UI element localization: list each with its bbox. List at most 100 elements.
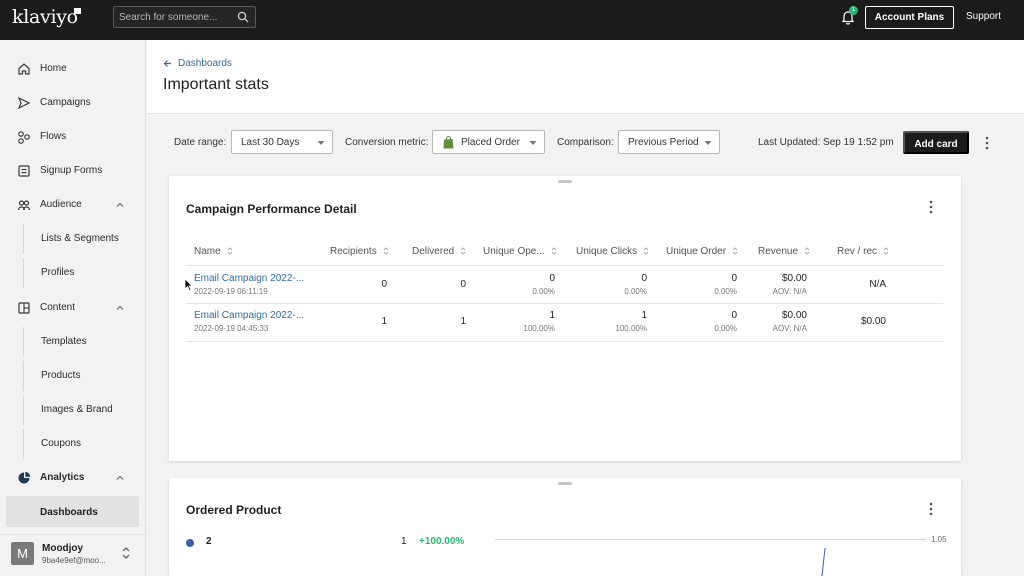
delivered-value: 0 [460, 279, 466, 290]
card-title: Ordered Product [186, 503, 282, 517]
campaign-date: 2022-09-19 04:45:33 [194, 324, 269, 333]
page-title: Important stats [163, 76, 269, 93]
orders-value: 0 [731, 273, 737, 284]
aov-value: AOV: N/A [772, 287, 807, 296]
column-label: Unique Clicks [576, 246, 638, 257]
chevron-up-down-icon[interactable] [121, 545, 131, 561]
rev-per-rec-value: N/A [869, 279, 886, 290]
comparison-select[interactable]: Previous Period [618, 130, 720, 154]
campaign-link[interactable]: Email Campaign 2022-... [194, 273, 304, 284]
sidebar-item-profiles[interactable]: Profiles [23, 258, 146, 288]
sidebar-item-label: Profiles [41, 267, 75, 278]
chevron-up-icon[interactable] [115, 200, 125, 210]
sidebar-item-products[interactable]: Products [23, 361, 146, 391]
column-header-name[interactable]: Name [194, 246, 233, 257]
more-options-icon[interactable] [929, 200, 933, 214]
sidebar-item-label: Audience [40, 199, 82, 210]
support-link[interactable]: Support [966, 11, 1001, 22]
search-input[interactable] [119, 10, 237, 25]
column-header-delivered[interactable]: Delivered [412, 246, 466, 257]
sidebar-item-coupons[interactable]: Coupons [23, 429, 146, 459]
row-divider [186, 303, 943, 304]
search-box[interactable] [113, 6, 256, 28]
sidebar-item-audience[interactable]: Audience [0, 190, 146, 220]
ordered-product-card: Ordered Product 2 1 +100.00% 1.05 [169, 478, 961, 576]
column-header-unique-opens[interactable]: Unique Ope... [483, 246, 557, 257]
sidebar-item-label: Analytics [40, 472, 85, 483]
sidebar-item-label: Templates [41, 336, 87, 347]
account-plans-button[interactable]: Account Plans [865, 6, 954, 29]
rev-per-rec-value: $0.00 [860, 316, 886, 327]
conversion-metric-select[interactable]: Placed Order [432, 130, 545, 154]
breadcrumb-dashboards[interactable]: Dashboards [178, 58, 232, 69]
comparison-value: Previous Period [628, 137, 699, 148]
top-bar: klaviyo 1 Account Plans Support [0, 0, 1024, 40]
search-icon[interactable] [237, 11, 249, 23]
mouse-cursor-icon [184, 278, 193, 291]
campaign-link[interactable]: Email Campaign 2022-... [194, 310, 304, 321]
klaviyo-logo[interactable]: klaviyo [12, 6, 78, 28]
sidebar-item-label: Dashboards [40, 507, 98, 518]
sidebar-item-templates[interactable]: Templates [23, 327, 146, 357]
column-header-rev-per-rec[interactable]: Rev / rec [837, 246, 889, 257]
sort-icon [460, 247, 466, 256]
sort-icon [383, 247, 389, 256]
audience-icon [17, 200, 31, 211]
page-header: Dashboards Important stats [147, 40, 1024, 114]
opens-value: 0 [549, 273, 555, 284]
clicks-percent: 0.00% [624, 287, 647, 296]
revenue-value: $0.00 [781, 273, 807, 284]
sidebar-item-images-brand[interactable]: Images & Brand [23, 395, 146, 425]
column-label: Rev / rec [837, 246, 878, 257]
sidebar-item-lists-segments[interactable]: Lists & Segments [23, 224, 146, 254]
column-label: Unique Order [666, 246, 727, 257]
user-name: Moodjoy [42, 543, 84, 554]
opens-percent: 100.00% [523, 324, 555, 333]
notification-badge: 1 [849, 6, 858, 15]
sidebar-item-home[interactable]: Home [0, 54, 146, 84]
avatar: M [11, 542, 34, 565]
user-account-switcher[interactable]: M Moodjoy 9ba4e9ef@moo... [0, 534, 146, 576]
sort-icon [804, 247, 810, 256]
drag-handle[interactable] [558, 180, 572, 183]
date-range-value: Last 30 Days [241, 137, 300, 148]
sort-icon [227, 247, 233, 256]
sort-icon [883, 247, 889, 256]
column-label: Unique Ope... [483, 246, 545, 257]
sidebar-item-dashboards[interactable]: Dashboards [6, 496, 139, 527]
more-options-icon[interactable] [985, 136, 989, 150]
sidebar-item-campaigns[interactable]: Campaigns [0, 88, 146, 118]
column-header-unique-order[interactable]: Unique Order [666, 246, 738, 257]
sidebar-item-flows[interactable]: Flows [0, 122, 146, 152]
column-header-revenue[interactable]: Revenue [758, 246, 810, 257]
logo-flag-icon [74, 8, 81, 14]
sidebar-item-signup-forms[interactable]: Signup Forms [0, 156, 146, 186]
orders-value: 0 [731, 310, 737, 321]
sidebar-item-label: Content [40, 302, 76, 313]
revenue-value: $0.00 [781, 310, 807, 321]
drag-handle[interactable] [558, 482, 572, 485]
shopify-icon [443, 136, 454, 149]
form-icon [18, 165, 30, 177]
chevron-up-icon[interactable] [115, 303, 125, 313]
column-label: Name [194, 246, 221, 257]
orders-percent: 0.00% [714, 324, 737, 333]
recipients-value: 1 [381, 316, 387, 327]
clicks-value: 1 [641, 310, 647, 321]
legend-change: +100.00% [419, 536, 465, 547]
sidebar-item-content[interactable]: Content [0, 293, 146, 323]
sort-icon [732, 247, 738, 256]
legend-label: 2 [206, 536, 212, 547]
chevron-up-icon[interactable] [115, 473, 125, 483]
clicks-value: 0 [641, 273, 647, 284]
send-icon [17, 96, 31, 110]
arrow-left-icon[interactable] [163, 59, 172, 68]
sidebar-item-analytics[interactable]: Analytics [0, 463, 146, 493]
card-title: Campaign Performance Detail [186, 202, 357, 216]
add-card-button[interactable]: Add card [903, 131, 969, 154]
column-header-unique-clicks[interactable]: Unique Clicks [576, 246, 649, 257]
column-header-recipients[interactable]: Recipients [330, 246, 389, 257]
date-range-select[interactable]: Last 30 Days [231, 130, 333, 154]
caret-down-icon [529, 141, 537, 145]
more-options-icon[interactable] [929, 502, 933, 516]
